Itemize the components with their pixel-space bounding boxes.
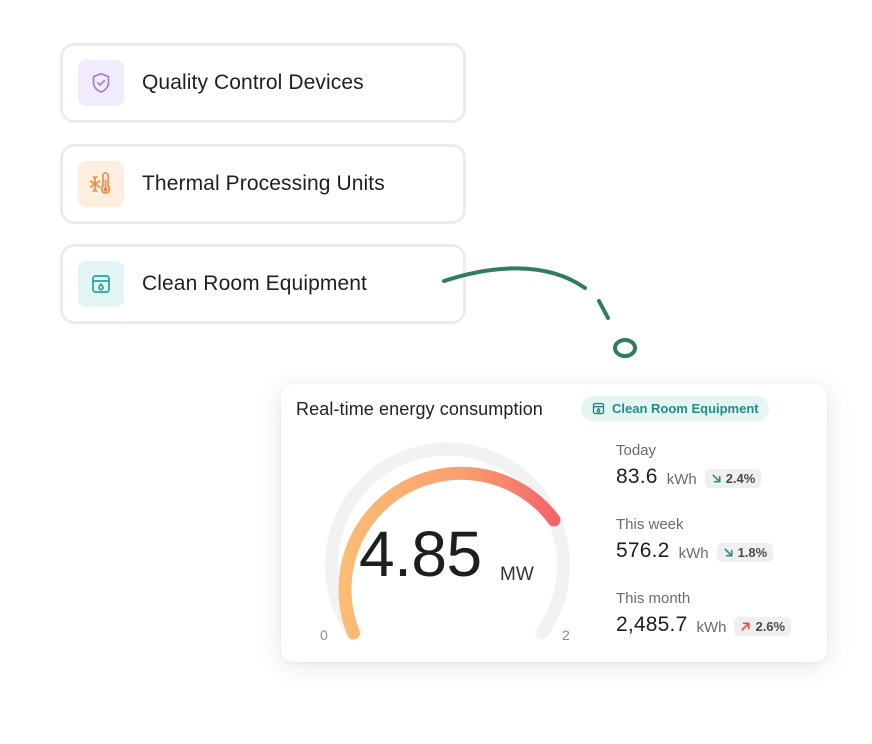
stat-label: This month bbox=[616, 590, 691, 607]
stat-this-week: This week 576.2 kWh 1.8% bbox=[616, 516, 774, 563]
change-badge: 2.6% bbox=[734, 616, 792, 636]
stat-value: 83.6 bbox=[616, 465, 658, 488]
change-value: 1.8% bbox=[737, 544, 768, 560]
arrow-down-right-icon bbox=[724, 547, 733, 557]
change-value: 2.6% bbox=[755, 618, 786, 634]
energy-consumption-panel: Real-time energy consumption Clean Room … bbox=[281, 384, 827, 662]
change-value: 2.4% bbox=[725, 470, 756, 486]
equipment-tag-label: Clean Room Equipment bbox=[612, 401, 759, 416]
stat-label: Today bbox=[616, 442, 657, 459]
gauge-min-label: 0 bbox=[320, 627, 328, 643]
stat-this-month: This month 2,485.7 kWh 2.6% bbox=[616, 590, 792, 637]
arrow-down-right-icon bbox=[712, 473, 721, 483]
stat-unit: kWh bbox=[678, 544, 709, 562]
stat-value: 576.2 bbox=[616, 539, 670, 562]
arrow-up-right-icon bbox=[741, 621, 751, 631]
gauge-unit: MW bbox=[500, 564, 534, 585]
gauge-max-label: 2 bbox=[562, 627, 570, 643]
stat-unit: kWh bbox=[666, 470, 697, 488]
gauge-value: 4.85 bbox=[359, 518, 482, 590]
change-badge: 2.4% bbox=[704, 468, 762, 488]
change-badge: 1.8% bbox=[716, 542, 774, 562]
stat-unit: kWh bbox=[696, 618, 727, 636]
stat-value: 2,485.7 bbox=[616, 613, 688, 636]
stat-label: This week bbox=[616, 516, 684, 533]
stat-today: Today 83.6 kWh 2.4% bbox=[616, 442, 762, 489]
